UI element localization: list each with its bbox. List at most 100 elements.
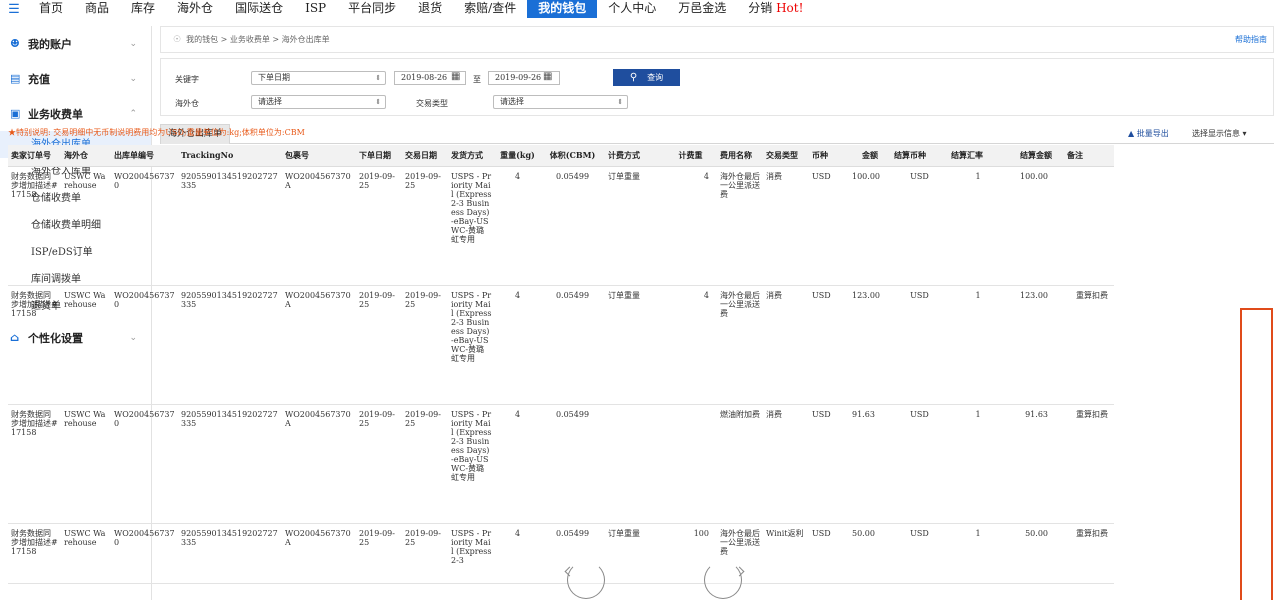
nav-claims[interactable]: 索赔/查件: [453, 0, 527, 18]
txn-type-select[interactable]: 请选择 ⇕: [493, 95, 628, 109]
export-label: 批量导出: [1136, 129, 1169, 138]
search-button-label: 查询: [647, 73, 664, 82]
search-button[interactable]: ⚲ 查询: [613, 69, 680, 86]
nav-isp[interactable]: ISP: [294, 0, 337, 18]
user-icon: ☻: [10, 37, 20, 50]
rotate-left-icon[interactable]: [564, 561, 605, 599]
nav-intl-shipping[interactable]: 国际送仓: [224, 0, 294, 18]
notice-label: 特别说明: 交易明细中无币制说明费用均为USD;重量单位为:kg;体积单位为:C…: [16, 128, 305, 137]
breadcrumb: ☉ 我的钱包 > 业务收费单 > 海外仓出库单 帮助指南: [160, 26, 1274, 53]
table-cell: 1: [948, 523, 1008, 584]
column-header: TrackingNo: [178, 145, 282, 167]
nav-platform-sync[interactable]: 平台同步: [337, 0, 407, 18]
help-link[interactable]: 帮助指南: [1235, 34, 1267, 45]
table-cell: 9205590134519202727335: [178, 404, 282, 524]
table-cell: 9205590134519202727335: [178, 285, 282, 405]
sidebar-group-label: 业务收费单: [28, 107, 83, 121]
table-cell: 100.00: [1008, 166, 1064, 286]
table-row: 财务数据同步增加描述#17158 USWC Warehouse WO20045673…: [8, 404, 1114, 524]
table-cell: 海外仓最后一公里派送费: [717, 285, 763, 405]
column-header: 重量(kg): [495, 145, 540, 167]
column-header: 下单日期: [356, 145, 402, 167]
rotate-right-icon[interactable]: [704, 561, 745, 599]
column-header: 费用名称: [717, 145, 763, 167]
nav-distribution-label: 分销: [748, 1, 773, 15]
column-header: 计费方式: [605, 145, 664, 167]
breadcrumb-text: 我的钱包 > 业务收费单 > 海外仓出库单: [186, 35, 330, 44]
menu-icon[interactable]: ☰: [0, 2, 28, 17]
nav-home[interactable]: 首页: [28, 0, 74, 18]
table-cell: USWC Warehouse: [61, 285, 111, 405]
table-cell: 财务数据同步增加描述#17158: [8, 523, 61, 584]
column-header: 包裹号: [282, 145, 356, 167]
table-row: 财务数据同步增加描述#17158 USWC Warehouse WO20045673…: [8, 523, 1114, 584]
filter-panel: 关键字 下单日期 ⇕ 2019-08-26 ▦ 至 2019-09-26 ▦ ⚲…: [160, 58, 1274, 116]
table-cell: 订单重量: [605, 166, 664, 286]
highlight-box: [1240, 308, 1272, 600]
table-cell: 4: [495, 404, 540, 524]
table-cell: USD: [809, 404, 849, 524]
search-icon: ⚲: [629, 72, 638, 83]
nav-products[interactable]: 商品: [74, 0, 120, 18]
nav-inventory[interactable]: 库存: [120, 0, 166, 18]
table-cell: 1: [948, 166, 1008, 286]
batch-export-button[interactable]: ▲ 批量导出: [1128, 128, 1169, 139]
table-cell: USWC Warehouse: [61, 166, 111, 286]
column-header: 卖家订单号: [8, 145, 61, 167]
table-toolbar: 海外仓出库单 ▲ 批量导出 选择显示信息 ▾: [160, 124, 1274, 144]
column-header: 备注: [1064, 145, 1114, 167]
table-header: 卖家订单号 海外仓 出库单编号 TrackingNo 包裹号 下单日期 交易日期 发货方式 重量…: [8, 145, 1114, 167]
table-cell: 4: [495, 166, 540, 286]
table-cell: 2019-09-25: [402, 166, 448, 286]
calendar-icon[interactable]: ▦: [451, 71, 460, 82]
column-header: 币种: [809, 145, 849, 167]
sidebar-group-business-bills[interactable]: ▣ 业务收费单 ⌃: [0, 96, 151, 131]
table-cell: 4: [495, 523, 540, 584]
table-cell: 财务数据同步增加描述#17158: [8, 285, 61, 405]
nav-overseas-warehouse[interactable]: 海外仓: [166, 0, 224, 18]
column-header: 结算币种: [891, 145, 948, 167]
date-from-value: 2019-08-26: [401, 73, 448, 82]
warehouse-select[interactable]: 请选择 ⇕: [251, 95, 386, 109]
table-cell: 1: [948, 404, 1008, 524]
table-cell: 财务数据同步增加描述#17158: [8, 166, 61, 286]
date-type-select[interactable]: 下单日期 ⇕: [251, 71, 386, 85]
table-cell: 消费: [763, 285, 809, 405]
column-header: 结算汇率: [948, 145, 1008, 167]
table-cell: 9205590134519202727335: [178, 523, 282, 584]
nav-my-wallet[interactable]: 我的钱包: [527, 0, 598, 18]
home-icon[interactable]: ☉: [173, 35, 181, 45]
nav-returns[interactable]: 退货: [407, 0, 453, 18]
sidebar-group-recharge[interactable]: ▤ 充值 ⌄: [0, 61, 151, 96]
nav-distribution[interactable]: 分销 Hot!: [737, 0, 814, 18]
table-cell: USD: [809, 523, 849, 584]
chevron-down-icon: ⌄: [129, 38, 137, 49]
display-info-dropdown[interactable]: 选择显示信息 ▾: [1192, 128, 1247, 139]
table-cell: USPS - Priority Mail (Express 2-3: [448, 523, 495, 584]
table-cell: 4: [664, 166, 717, 286]
column-header: 计费重: [664, 145, 717, 167]
table-cell: 2019-09-25: [402, 523, 448, 584]
table-cell: 50.00: [1008, 523, 1064, 584]
select-arrows-icon: ⇕: [375, 74, 381, 82]
nav-personal-center[interactable]: 个人中心: [597, 0, 667, 18]
to-label: 至: [473, 75, 481, 84]
column-header: 交易类型: [763, 145, 809, 167]
hot-badge: Hot!: [776, 1, 804, 15]
table-cell: USD: [891, 523, 948, 584]
warehouse-label: 海外仓: [175, 99, 199, 108]
calendar-icon[interactable]: ▦: [543, 71, 552, 82]
select-arrows-icon: ⇕: [617, 98, 623, 106]
table-cell: 2019-09-25: [356, 404, 402, 524]
column-header: 结算金额: [1008, 145, 1064, 167]
sidebar-group-my-account[interactable]: ☻ 我的账户 ⌄: [0, 26, 151, 61]
column-header: 海外仓: [61, 145, 111, 167]
display-info-label: 选择显示信息: [1192, 129, 1240, 138]
table-cell: USD: [891, 404, 948, 524]
table-cell: USWC Warehouse: [61, 404, 111, 524]
table-cell: USD: [809, 166, 849, 286]
table-cell: USPS - Priority Mail (Express 2-3 Busine…: [448, 285, 495, 405]
sidebar-group-label: 充值: [28, 72, 50, 86]
table-cell: WO2004567370A: [282, 166, 356, 286]
nav-winit-select[interactable]: 万邑金选: [667, 0, 737, 18]
